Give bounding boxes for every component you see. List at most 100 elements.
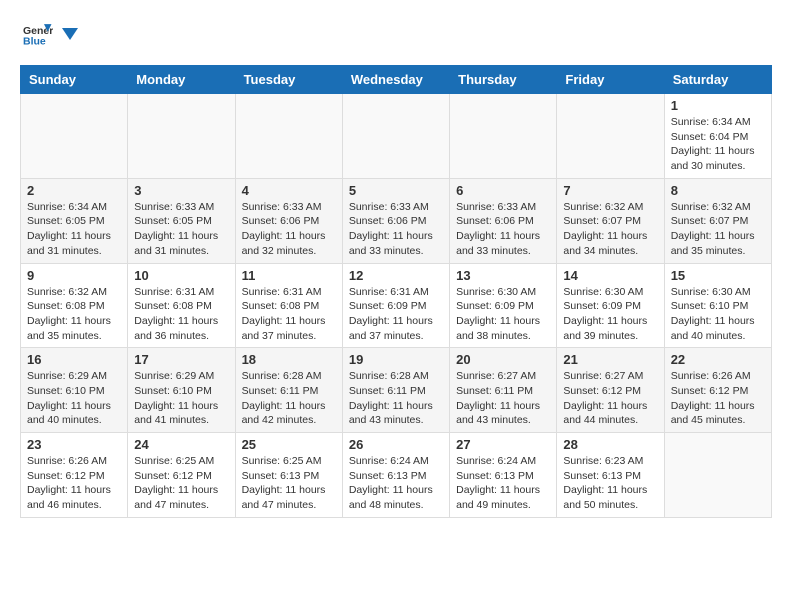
weekday-header-monday: Monday [128,66,235,94]
calendar-cell: 9 Sunrise: 6:32 AM Sunset: 6:08 PM Daylig… [21,263,128,348]
calendar-cell: 23 Sunrise: 6:26 AM Sunset: 6:12 PM Dayli… [21,433,128,518]
day-info: Sunrise: 6:33 AM Sunset: 6:06 PM Dayligh… [242,200,336,259]
day-number: 5 [349,183,443,198]
calendar-week-row: 2 Sunrise: 6:34 AM Sunset: 6:05 PM Daylig… [21,178,772,263]
calendar-cell [21,94,128,179]
day-number: 23 [27,437,121,452]
day-number: 24 [134,437,228,452]
weekday-header-tuesday: Tuesday [235,66,342,94]
calendar-cell: 5 Sunrise: 6:33 AM Sunset: 6:06 PM Daylig… [342,178,449,263]
day-info: Sunrise: 6:24 AM Sunset: 6:13 PM Dayligh… [456,454,550,513]
calendar-cell: 3 Sunrise: 6:33 AM Sunset: 6:05 PM Daylig… [128,178,235,263]
calendar-cell [664,433,771,518]
day-number: 1 [671,98,765,113]
calendar-week-row: 9 Sunrise: 6:32 AM Sunset: 6:08 PM Daylig… [21,263,772,348]
calendar-cell: 28Sunrise: 6:23 AM Sunset: 6:13 PM Dayli… [557,433,664,518]
page-header: General Blue [20,20,772,55]
day-info: Sunrise: 6:26 AM Sunset: 6:12 PM Dayligh… [27,454,121,513]
calendar-cell [235,94,342,179]
day-number: 2 [27,183,121,198]
weekday-header-friday: Friday [557,66,664,94]
day-info: Sunrise: 6:33 AM Sunset: 6:05 PM Dayligh… [134,200,228,259]
calendar-cell: 10 Sunrise: 6:31 AM Sunset: 6:08 PM Dayli… [128,263,235,348]
day-number: 9 [27,268,121,283]
calendar-cell: 4 Sunrise: 6:33 AM Sunset: 6:06 PM Daylig… [235,178,342,263]
day-number: 27 [456,437,550,452]
day-number: 10 [134,268,228,283]
day-info: Sunrise: 6:33 AM Sunset: 6:06 PM Dayligh… [349,200,443,259]
day-info: Sunrise: 6:30 AM Sunset: 6:10 PM Dayligh… [671,285,765,344]
day-info: Sunrise: 6:28 AM Sunset: 6:11 PM Dayligh… [349,369,443,428]
day-number: 18 [242,352,336,367]
logo: General Blue [20,20,80,55]
day-info: Sunrise: 6:30 AM Sunset: 6:09 PM Dayligh… [563,285,657,344]
day-info: Sunrise: 6:28 AM Sunset: 6:11 PM Dayligh… [242,369,336,428]
day-info: Sunrise: 6:27 AM Sunset: 6:12 PM Dayligh… [563,369,657,428]
day-info: Sunrise: 6:29 AM Sunset: 6:10 PM Dayligh… [134,369,228,428]
day-info: Sunrise: 6:31 AM Sunset: 6:08 PM Dayligh… [134,285,228,344]
calendar-cell: 17 Sunrise: 6:29 AM Sunset: 6:10 PM Dayli… [128,348,235,433]
day-info: Sunrise: 6:31 AM Sunset: 6:08 PM Dayligh… [242,285,336,344]
calendar-cell: 6Sunrise: 6:33 AM Sunset: 6:06 PM Daylig… [450,178,557,263]
calendar-cell [557,94,664,179]
day-number: 22 [671,352,765,367]
weekday-header-sunday: Sunday [21,66,128,94]
calendar-week-row: 23 Sunrise: 6:26 AM Sunset: 6:12 PM Dayli… [21,433,772,518]
day-number: 21 [563,352,657,367]
day-info: Sunrise: 6:30 AM Sunset: 6:09 PM Dayligh… [456,285,550,344]
calendar-cell: 7 Sunrise: 6:32 AM Sunset: 6:07 PM Daylig… [557,178,664,263]
calendar-cell: 25 Sunrise: 6:25 AM Sunset: 6:13 PM Dayli… [235,433,342,518]
day-info: Sunrise: 6:26 AM Sunset: 6:12 PM Dayligh… [671,369,765,428]
calendar-cell [450,94,557,179]
logo-chevron-icon [60,24,80,44]
svg-text:Blue: Blue [23,35,46,47]
calendar-cell: 13Sunrise: 6:30 AM Sunset: 6:09 PM Dayli… [450,263,557,348]
logo-icon: General Blue [23,20,53,50]
calendar-cell: 1 Sunrise: 6:34 AM Sunset: 6:04 PM Daylig… [664,94,771,179]
day-number: 3 [134,183,228,198]
calendar-cell: 26 Sunrise: 6:24 AM Sunset: 6:13 PM Dayli… [342,433,449,518]
day-number: 4 [242,183,336,198]
calendar-cell: 15 Sunrise: 6:30 AM Sunset: 6:10 PM Dayli… [664,263,771,348]
day-info: Sunrise: 6:31 AM Sunset: 6:09 PM Dayligh… [349,285,443,344]
calendar-cell: 21 Sunrise: 6:27 AM Sunset: 6:12 PM Dayli… [557,348,664,433]
day-info: Sunrise: 6:34 AM Sunset: 6:04 PM Dayligh… [671,115,765,174]
weekday-header-wednesday: Wednesday [342,66,449,94]
day-number: 26 [349,437,443,452]
calendar-table: SundayMondayTuesdayWednesdayThursdayFrid… [20,65,772,518]
day-number: 12 [349,268,443,283]
day-info: Sunrise: 6:34 AM Sunset: 6:05 PM Dayligh… [27,200,121,259]
calendar-cell [342,94,449,179]
calendar-week-row: 16Sunrise: 6:29 AM Sunset: 6:10 PM Dayli… [21,348,772,433]
calendar-cell: 2 Sunrise: 6:34 AM Sunset: 6:05 PM Daylig… [21,178,128,263]
weekday-header-saturday: Saturday [664,66,771,94]
calendar-header-row: SundayMondayTuesdayWednesdayThursdayFrid… [21,66,772,94]
calendar-cell: 18 Sunrise: 6:28 AM Sunset: 6:11 PM Dayli… [235,348,342,433]
calendar-cell: 19Sunrise: 6:28 AM Sunset: 6:11 PM Dayli… [342,348,449,433]
calendar-cell: 20 Sunrise: 6:27 AM Sunset: 6:11 PM Dayli… [450,348,557,433]
day-info: Sunrise: 6:27 AM Sunset: 6:11 PM Dayligh… [456,369,550,428]
day-info: Sunrise: 6:23 AM Sunset: 6:13 PM Dayligh… [563,454,657,513]
day-number: 6 [456,183,550,198]
day-info: Sunrise: 6:25 AM Sunset: 6:13 PM Dayligh… [242,454,336,513]
calendar-cell: 8Sunrise: 6:32 AM Sunset: 6:07 PM Daylig… [664,178,771,263]
day-info: Sunrise: 6:32 AM Sunset: 6:08 PM Dayligh… [27,285,121,344]
day-number: 17 [134,352,228,367]
calendar-cell: 12 Sunrise: 6:31 AM Sunset: 6:09 PM Dayli… [342,263,449,348]
calendar-cell: 11 Sunrise: 6:31 AM Sunset: 6:08 PM Dayli… [235,263,342,348]
day-number: 11 [242,268,336,283]
day-number: 20 [456,352,550,367]
calendar-cell [128,94,235,179]
calendar-week-row: 1 Sunrise: 6:34 AM Sunset: 6:04 PM Daylig… [21,94,772,179]
day-number: 25 [242,437,336,452]
calendar-cell: 24Sunrise: 6:25 AM Sunset: 6:12 PM Dayli… [128,433,235,518]
calendar-cell: 14Sunrise: 6:30 AM Sunset: 6:09 PM Dayli… [557,263,664,348]
day-info: Sunrise: 6:32 AM Sunset: 6:07 PM Dayligh… [671,200,765,259]
day-info: Sunrise: 6:32 AM Sunset: 6:07 PM Dayligh… [563,200,657,259]
day-info: Sunrise: 6:24 AM Sunset: 6:13 PM Dayligh… [349,454,443,513]
day-number: 7 [563,183,657,198]
calendar-cell: 16Sunrise: 6:29 AM Sunset: 6:10 PM Dayli… [21,348,128,433]
calendar-cell: 27 Sunrise: 6:24 AM Sunset: 6:13 PM Dayli… [450,433,557,518]
weekday-header-thursday: Thursday [450,66,557,94]
day-number: 15 [671,268,765,283]
